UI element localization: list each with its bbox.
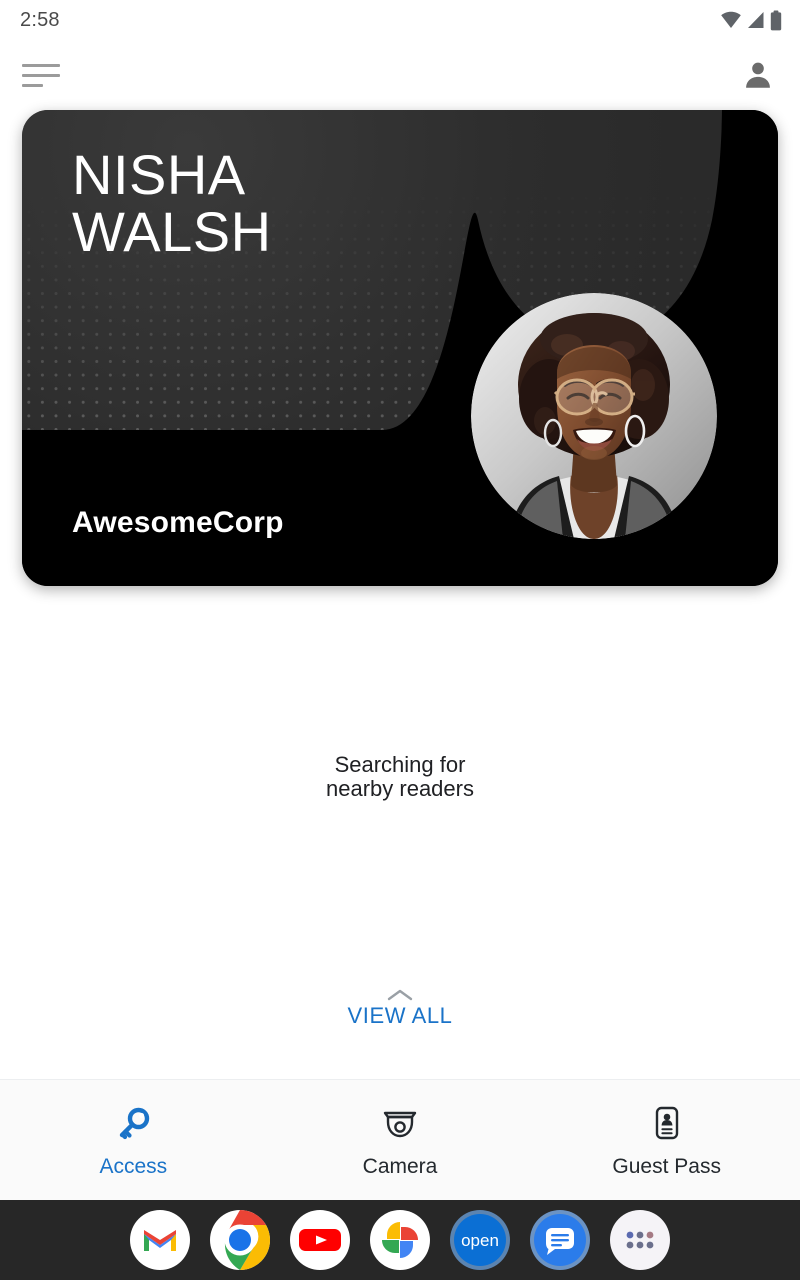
card-avatar <box>471 293 717 539</box>
tab-camera[interactable]: Camera <box>267 1080 534 1200</box>
open-app-icon[interactable]: open <box>450 1210 510 1270</box>
cell-signal-icon <box>748 12 764 28</box>
nisha-walsh-photo <box>471 293 717 539</box>
app-bar <box>0 40 800 110</box>
bottom-tab-bar: Access Camera Guest Pass <box>0 1079 800 1200</box>
hamburger-line <box>22 83 43 87</box>
tab-label-access: Access <box>99 1154 168 1178</box>
card-organization: AwesomeCorp <box>72 506 284 539</box>
chrome-app-icon[interactable] <box>210 1210 270 1270</box>
person-avatar-icon <box>746 62 770 88</box>
hamburger-menu-icon[interactable] <box>22 55 62 95</box>
reader-search-area: Searching for nearby readers VIEW ALL <box>0 640 800 1060</box>
battery-icon <box>770 10 782 30</box>
tab-access[interactable]: Access <box>0 1080 267 1200</box>
view-all-label: VIEW ALL <box>347 1003 453 1028</box>
google-photos-app-icon[interactable] <box>370 1210 430 1270</box>
tab-label-camera: Camera <box>362 1154 438 1178</box>
badge-card-wrapper: NISHA WALSH AwesomeCorp <box>0 110 800 586</box>
app-drawer-icon[interactable] <box>610 1210 670 1270</box>
key-icon <box>120 1107 150 1139</box>
searching-status-text: Searching for nearby readers <box>326 752 474 801</box>
id-card-icon <box>655 1106 678 1139</box>
card-holder-name: NISHA WALSH <box>72 143 272 263</box>
badge-card[interactable]: NISHA WALSH AwesomeCorp <box>22 110 778 586</box>
dome-camera-icon <box>383 1111 417 1137</box>
status-time: 2:58 <box>20 8 60 31</box>
hamburger-line <box>22 63 60 67</box>
profile-button[interactable] <box>738 55 778 95</box>
view-all-button[interactable]: VIEW ALL <box>0 988 800 1029</box>
messages-app-icon[interactable] <box>530 1210 590 1270</box>
hamburger-line <box>22 73 60 77</box>
youtube-app-icon[interactable] <box>290 1210 350 1270</box>
gmail-app-icon[interactable] <box>130 1210 190 1270</box>
wifi-icon <box>721 11 741 29</box>
svg-text:open: open <box>461 1231 499 1250</box>
tab-guest-pass[interactable]: Guest Pass <box>533 1080 800 1200</box>
android-dock: open <box>0 1200 800 1280</box>
chevron-up-icon <box>387 989 413 1001</box>
status-bar: 2:58 <box>0 0 800 40</box>
tab-label-guest-pass: Guest Pass <box>612 1154 721 1178</box>
status-icons <box>720 10 782 31</box>
